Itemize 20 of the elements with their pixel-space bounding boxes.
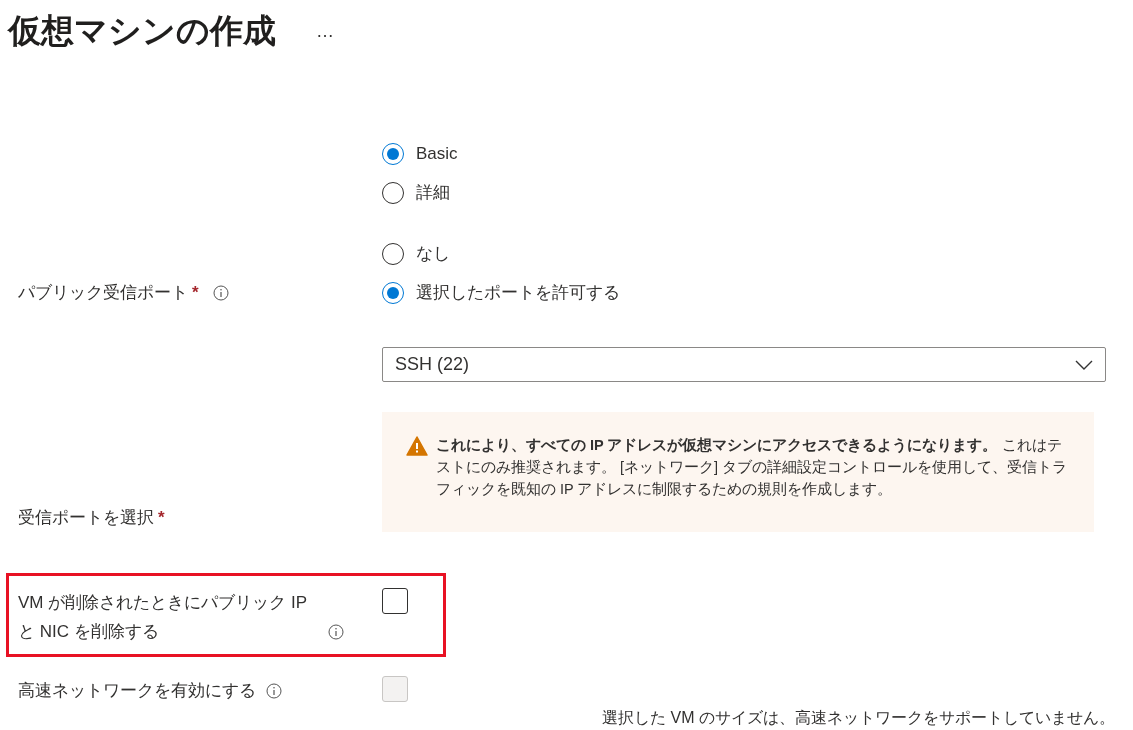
checkbox[interactable] [382,588,408,614]
field-label: 高速ネットワークを有効にする [18,680,256,702]
page-title: 仮想マシンの作成 [8,10,276,51]
radio-option[interactable]: 選択したポートを許可する [382,278,1114,307]
info-icon[interactable] [212,285,229,301]
note-text: 選択した VM のサイズは、高速ネットワークをサポートしていません。 [601,708,1116,728]
radio-option[interactable]: なし [382,239,1114,268]
warning-text: これにより、すべての IP アドレスが仮想マシンにアクセスできるようになります。 これはテストにのみ推奨されます。 [ネットワーク] タブの詳細設定コントロールを使用して、受信トラフィックを既知の IP アドレスに制限するための規則を作成します。 [436,436,1068,499]
radio-option[interactable]: Basic [382,139,1114,168]
radio-option[interactable]: 詳細 [382,178,1114,207]
more-button[interactable]: … [312,20,338,42]
warning-icon [406,436,428,456]
required-mark: * [158,507,165,529]
info-icon[interactable] [328,624,344,640]
required-mark: * [192,282,199,304]
port-dropdown[interactable]: SSH (22) [382,347,1106,382]
field-label: VM が削除されたときにパブリック IP と NIC を削除する [18,592,308,643]
chevron-down-icon [1075,359,1093,370]
field-label: 受信ポートを選択 [18,507,154,529]
field-label: パブリック受信ポート [18,282,188,304]
